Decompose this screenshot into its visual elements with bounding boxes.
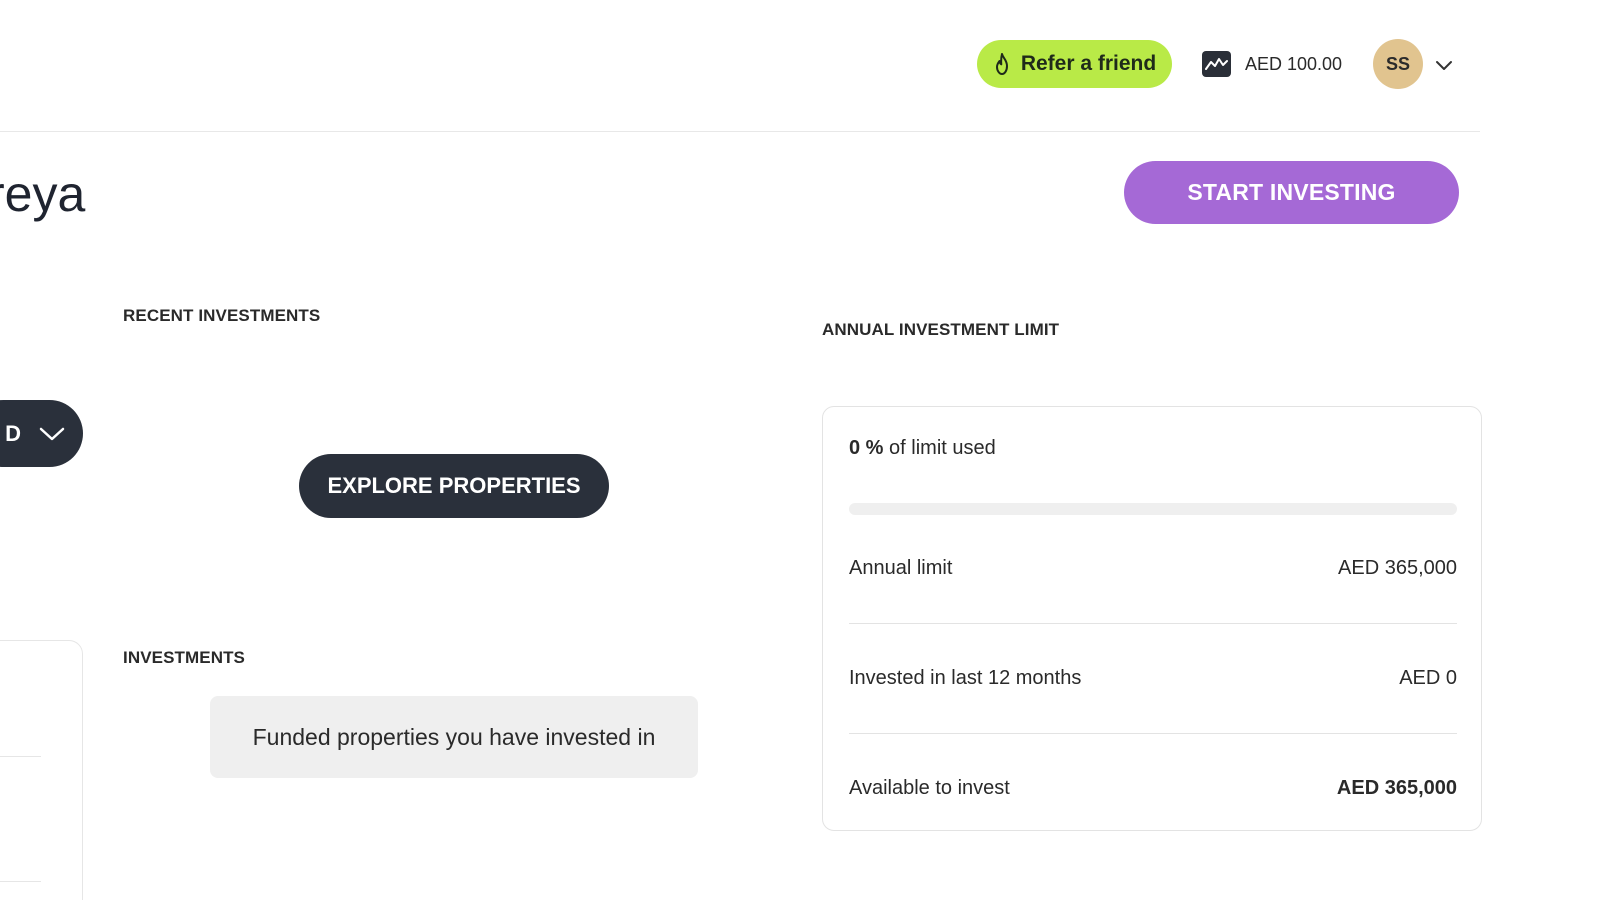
annual-limit-heading: ANNUAL INVESTMENT LIMIT bbox=[822, 320, 1060, 339]
chevron-down-icon[interactable] bbox=[1433, 54, 1455, 76]
investments-heading: INVESTMENTS bbox=[123, 648, 246, 667]
available-value: AED 365,000 bbox=[1336, 777, 1457, 799]
investments-tooltip: Funded properties you have invested in bbox=[210, 696, 698, 778]
recent-investments-heading: RECENT INVESTMENTS bbox=[123, 306, 321, 325]
explore-properties-button[interactable]: EXPLORE PROPERTIES bbox=[299, 454, 609, 518]
limit-progress-bar bbox=[849, 503, 1457, 515]
period-select-value: D bbox=[5, 420, 21, 446]
refer-a-friend-button[interactable]: Refer a friend bbox=[977, 40, 1172, 88]
start-investing-button[interactable]: START INVESTING bbox=[1124, 161, 1459, 224]
annual-limit-label: Annual limit bbox=[849, 557, 953, 579]
wallet-balance[interactable]: AED 100.00 bbox=[1202, 50, 1342, 78]
card-divider bbox=[0, 756, 41, 757]
avatar[interactable]: SS bbox=[1373, 39, 1423, 89]
refer-a-friend-label: Refer a friend bbox=[1020, 52, 1157, 75]
invested-row: Invested in last 12 months AED 0 bbox=[849, 667, 1457, 690]
top-bar: Refer a friend AED 100.00 SS bbox=[0, 0, 1600, 130]
row-divider bbox=[849, 623, 1457, 624]
invested-value: AED 0 bbox=[1399, 667, 1457, 689]
header-divider bbox=[0, 131, 1480, 132]
avatar-initials: SS bbox=[1385, 53, 1410, 74]
row-divider bbox=[849, 733, 1457, 734]
available-row: Available to invest AED 365,000 bbox=[849, 777, 1457, 800]
chevron-down-icon bbox=[39, 427, 65, 440]
limit-usage-text: 0 % of limit used bbox=[849, 437, 996, 460]
summary-card bbox=[0, 640, 83, 900]
period-select[interactable]: D bbox=[0, 400, 83, 467]
limit-percent-used: 0 % bbox=[849, 437, 884, 459]
flame-icon bbox=[995, 53, 1008, 75]
annual-limit-value: AED 365,000 bbox=[1338, 557, 1457, 579]
chart-trend-icon bbox=[1202, 51, 1231, 77]
page-title: reya bbox=[0, 166, 86, 222]
wallet-balance-text: AED 100.00 bbox=[1245, 53, 1343, 74]
invested-label: Invested in last 12 months bbox=[849, 667, 1082, 689]
annual-limit-row: Annual limit AED 365,000 bbox=[849, 557, 1457, 580]
annual-limit-card: 0 % of limit used Annual limit AED 365,0… bbox=[822, 406, 1482, 831]
available-label: Available to invest bbox=[849, 777, 1010, 799]
limit-usage-suffix: of limit used bbox=[889, 437, 996, 459]
card-divider bbox=[0, 881, 41, 882]
